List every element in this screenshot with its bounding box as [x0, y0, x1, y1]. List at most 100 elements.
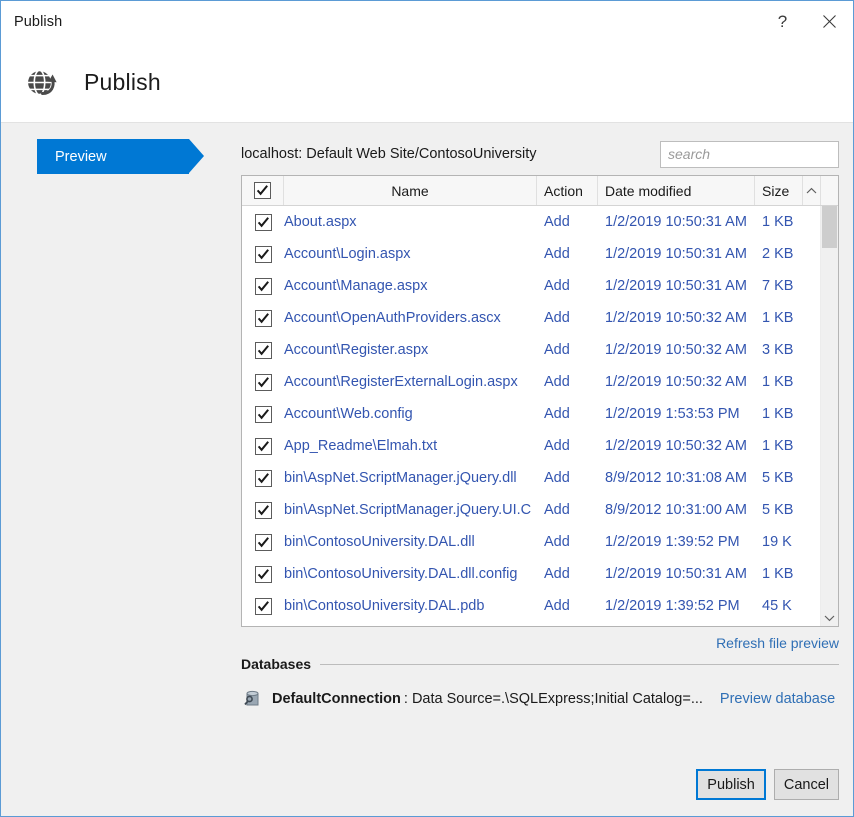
- file-checkbox-cell[interactable]: [242, 534, 284, 551]
- file-checkbox[interactable]: [255, 502, 272, 519]
- file-checkbox-cell[interactable]: [242, 310, 284, 327]
- table-row[interactable]: bin\ContosoUniversity.DAL.dll.configAdd1…: [242, 558, 820, 590]
- file-size-cell: 5 KB: [755, 470, 803, 486]
- column-header-size[interactable]: Size: [755, 176, 803, 205]
- file-checkbox[interactable]: [255, 438, 272, 455]
- file-checkbox-cell[interactable]: [242, 502, 284, 519]
- table-row[interactable]: About.aspxAdd1/2/2019 10:50:31 AM1 KB: [242, 206, 820, 238]
- scrollbar-thumb[interactable]: [822, 206, 837, 248]
- file-list-scrollbar[interactable]: [820, 206, 838, 626]
- file-name-cell: bin\ContosoUniversity.DAL.dll: [284, 534, 537, 550]
- nav-list: Preview: [37, 139, 207, 174]
- table-row[interactable]: bin\AspNet.ScriptManager.jQuery.UI.CAdd8…: [242, 494, 820, 526]
- file-action-cell: Add: [537, 342, 598, 358]
- section-divider: [320, 664, 839, 665]
- file-checkbox[interactable]: [255, 342, 272, 359]
- file-date-cell: 1/2/2019 10:50:31 AM: [598, 566, 755, 582]
- preview-panel: localhost: Default Web Site/ContosoUnive…: [241, 123, 839, 816]
- file-checkbox-cell[interactable]: [242, 566, 284, 583]
- file-checkbox-cell[interactable]: [242, 374, 284, 391]
- search-input[interactable]: [660, 141, 839, 168]
- file-checkbox[interactable]: [255, 406, 272, 423]
- file-name-cell: Account\Web.config: [284, 406, 537, 422]
- table-row[interactable]: Account\Web.configAdd1/2/2019 1:53:53 PM…: [242, 398, 820, 430]
- table-row[interactable]: bin\ContosoUniversity.DAL.pdbAdd1/2/2019…: [242, 590, 820, 622]
- refresh-file-preview-link[interactable]: Refresh file preview: [716, 635, 839, 651]
- file-checkbox-cell[interactable]: [242, 598, 284, 615]
- cancel-button[interactable]: Cancel: [774, 769, 839, 800]
- file-checkbox[interactable]: [255, 534, 272, 551]
- file-date-cell: 1/2/2019 1:39:52 PM: [598, 534, 755, 550]
- table-row[interactable]: App_Readme\Elmah.txtAdd1/2/2019 10:50:32…: [242, 430, 820, 462]
- sidebar-item-preview[interactable]: Preview: [37, 139, 189, 174]
- file-size-cell: 5 KB: [755, 502, 803, 518]
- file-action-cell: Add: [537, 470, 598, 486]
- file-name-cell: About.aspx: [284, 214, 537, 230]
- table-row[interactable]: bin\AspNet.ScriptManager.jQuery.dllAdd8/…: [242, 462, 820, 494]
- file-checkbox[interactable]: [255, 214, 272, 231]
- file-checkbox-cell[interactable]: [242, 278, 284, 295]
- file-checkbox-cell[interactable]: [242, 470, 284, 487]
- database-connection-string: : Data Source=.\SQLExpress;Initial Catal…: [404, 691, 703, 707]
- table-row[interactable]: Account\Login.aspxAdd1/2/2019 10:50:31 A…: [242, 238, 820, 270]
- file-date-cell: 1/2/2019 10:50:32 AM: [598, 310, 755, 326]
- panel-toolbar: localhost: Default Web Site/ContosoUnive…: [241, 140, 839, 168]
- file-date-cell: 1/2/2019 10:50:31 AM: [598, 278, 755, 294]
- file-checkbox-cell[interactable]: [242, 406, 284, 423]
- window-controls: ?: [759, 1, 853, 42]
- column-header-name[interactable]: Name: [284, 176, 537, 205]
- select-all-header-cell[interactable]: [242, 176, 284, 205]
- file-name-cell: Account\RegisterExternalLogin.aspx: [284, 374, 537, 390]
- title-bar: Publish ?: [1, 1, 853, 42]
- file-checkbox[interactable]: [255, 374, 272, 391]
- scroll-down-arrow[interactable]: [821, 609, 838, 626]
- database-icon: [241, 688, 263, 710]
- file-action-cell: Add: [537, 534, 598, 550]
- dialog-header: Publish: [1, 42, 853, 123]
- file-name-cell: Account\OpenAuthProviders.ascx: [284, 310, 537, 326]
- file-checkbox[interactable]: [255, 598, 272, 615]
- file-checkbox[interactable]: [255, 246, 272, 263]
- database-entry: DefaultConnection : Data Source=.\SQLExp…: [241, 688, 839, 710]
- file-name-cell: Account\Manage.aspx: [284, 278, 537, 294]
- page-title: Publish: [84, 69, 161, 96]
- question-mark-icon: ?: [778, 12, 787, 32]
- target-path-label: localhost: Default Web Site/ContosoUnive…: [241, 146, 537, 162]
- file-size-cell: 1 KB: [755, 438, 803, 454]
- file-size-cell: 45 K: [755, 598, 803, 614]
- table-row[interactable]: bin\ContosoUniversity.DAL.dllAdd1/2/2019…: [242, 526, 820, 558]
- file-date-cell: 1/2/2019 1:53:53 PM: [598, 406, 755, 422]
- scroll-up-arrow[interactable]: [803, 176, 821, 205]
- dialog-body: Preview localhost: Default Web Site/Cont…: [1, 123, 853, 816]
- file-checkbox-cell[interactable]: [242, 438, 284, 455]
- table-row[interactable]: Account\Manage.aspxAdd1/2/2019 10:50:31 …: [242, 270, 820, 302]
- file-action-cell: Add: [537, 310, 598, 326]
- file-checkbox[interactable]: [255, 470, 272, 487]
- table-row[interactable]: Account\Register.aspxAdd1/2/2019 10:50:3…: [242, 334, 820, 366]
- file-checkbox-cell[interactable]: [242, 342, 284, 359]
- file-action-cell: Add: [537, 566, 598, 582]
- column-header-date-modified[interactable]: Date modified: [598, 176, 755, 205]
- scrollbar-track[interactable]: [821, 206, 838, 609]
- select-all-checkbox[interactable]: [254, 182, 271, 199]
- file-action-cell: Add: [537, 406, 598, 422]
- databases-label: Databases: [241, 656, 311, 672]
- column-header-action[interactable]: Action: [537, 176, 598, 205]
- file-checkbox[interactable]: [255, 566, 272, 583]
- help-button[interactable]: ?: [759, 1, 806, 42]
- file-checkbox[interactable]: [255, 278, 272, 295]
- table-row[interactable]: Account\RegisterExternalLogin.aspxAdd1/2…: [242, 366, 820, 398]
- file-checkbox-cell[interactable]: [242, 246, 284, 263]
- file-size-cell: 3 KB: [755, 342, 803, 358]
- file-checkbox-cell[interactable]: [242, 214, 284, 231]
- file-size-cell: 1 KB: [755, 374, 803, 390]
- dialog-footer: Publish Cancel: [696, 769, 839, 800]
- file-checkbox[interactable]: [255, 310, 272, 327]
- table-row[interactable]: Account\OpenAuthProviders.ascxAdd1/2/201…: [242, 302, 820, 334]
- publish-button[interactable]: Publish: [696, 769, 766, 800]
- close-button[interactable]: [806, 1, 853, 42]
- database-name: DefaultConnection: [272, 691, 401, 707]
- file-action-cell: Add: [537, 502, 598, 518]
- preview-database-link[interactable]: Preview database: [720, 691, 835, 707]
- databases-section: Databases DefaultConnection : Data Sourc…: [241, 656, 839, 710]
